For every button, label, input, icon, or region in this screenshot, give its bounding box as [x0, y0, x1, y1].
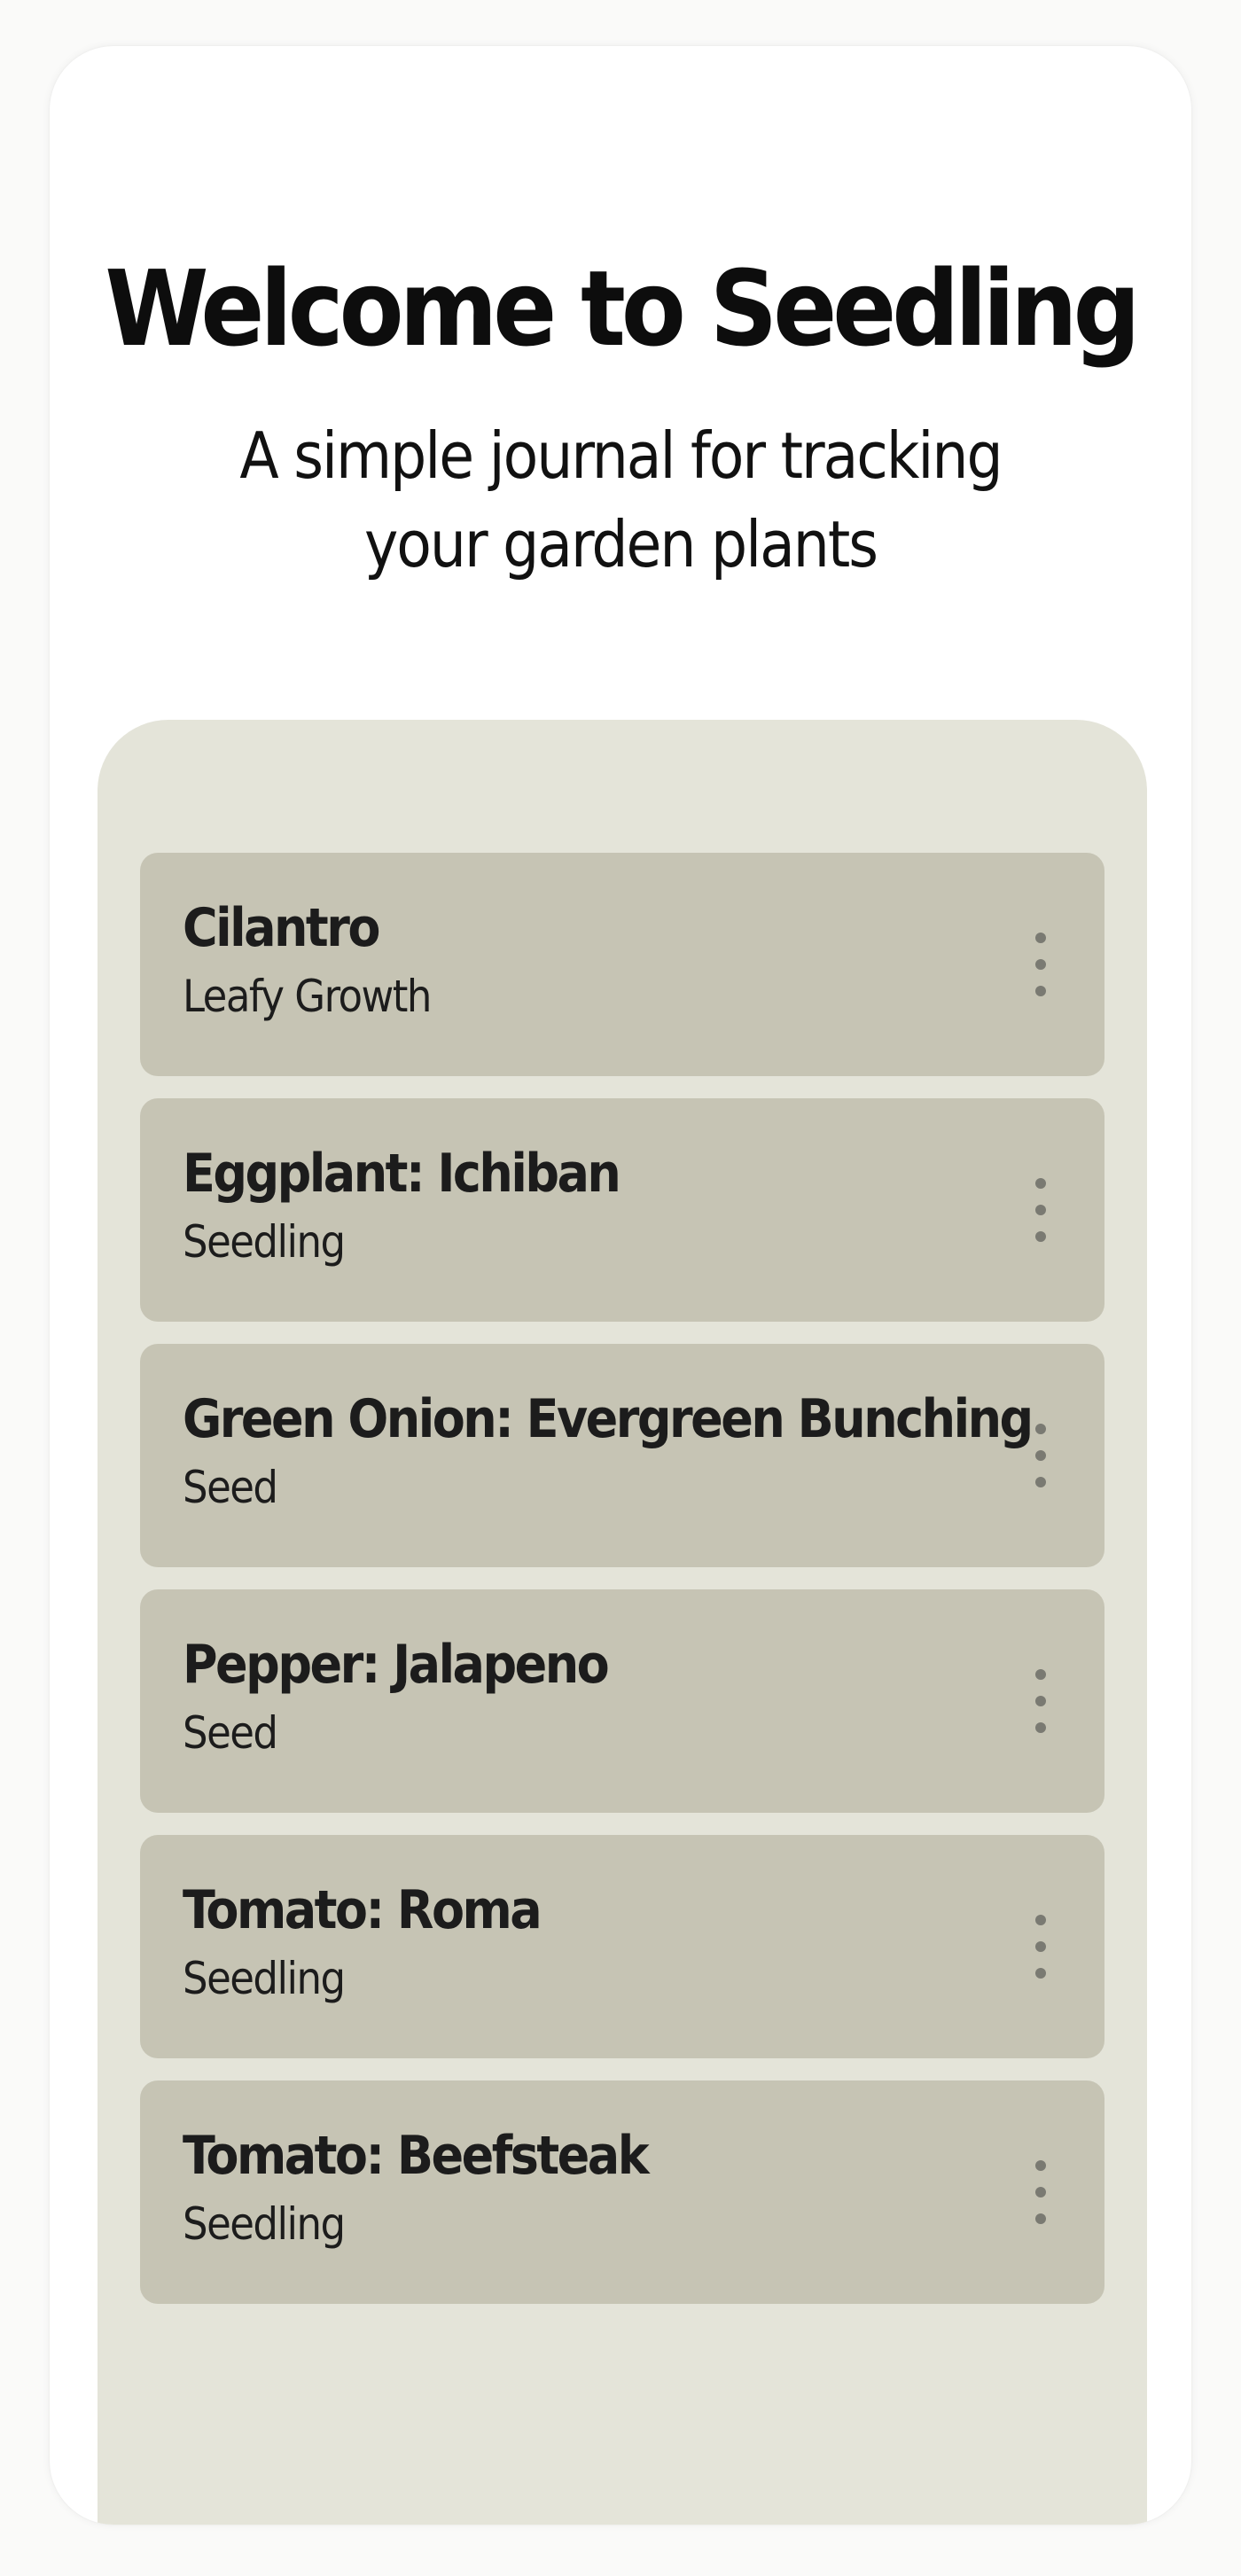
plant-list-panel[interactable]: Cilantro Leafy Growth Eggplant: Ichiban …	[98, 720, 1147, 2525]
plant-stage: Seedling	[183, 1216, 346, 1268]
plant-card[interactable]: Green Onion: Evergreen Bunching Seed	[140, 1344, 1104, 1567]
plant-stage: Seedling	[183, 2198, 346, 2250]
menu-dot	[1035, 1178, 1046, 1189]
menu-dot	[1035, 1669, 1046, 1680]
menu-dot	[1035, 1722, 1046, 1733]
plant-stage: Seed	[183, 1707, 278, 1759]
menu-dot	[1035, 1231, 1046, 1242]
more-vertical-icon[interactable]	[1023, 1669, 1058, 1733]
more-vertical-icon[interactable]	[1023, 1915, 1058, 1979]
plant-stage: Seedling	[183, 1953, 346, 2004]
plant-name: Eggplant: Ichiban	[183, 1143, 621, 1205]
app-screen: Welcome to Seedling A simple journal for…	[50, 46, 1191, 2525]
plant-stage: Seed	[183, 1462, 278, 1513]
menu-dot	[1035, 2187, 1046, 2197]
menu-dot	[1035, 1968, 1046, 1979]
more-vertical-icon[interactable]	[1023, 933, 1058, 996]
plant-name: Tomato: Roma	[183, 1879, 542, 1941]
page-subtitle: A simple journal for tracking your garde…	[239, 418, 1003, 582]
menu-dot	[1035, 1477, 1046, 1487]
menu-dot	[1035, 986, 1046, 996]
menu-dot	[1035, 933, 1046, 943]
menu-dot	[1035, 1424, 1046, 1434]
plant-card[interactable]: Tomato: Beefsteak Seedling	[140, 2080, 1104, 2304]
menu-dot	[1035, 1941, 1046, 1952]
plant-card[interactable]: Eggplant: Ichiban Seedling	[140, 1098, 1104, 1322]
more-vertical-icon[interactable]	[1023, 2160, 1058, 2224]
plant-card[interactable]: Tomato: Roma Seedling	[140, 1835, 1104, 2058]
plant-name: Cilantro	[183, 897, 380, 959]
menu-dot	[1035, 1696, 1046, 1706]
menu-dot	[1035, 1205, 1046, 1215]
menu-dot	[1035, 2213, 1046, 2224]
more-vertical-icon[interactable]	[1023, 1424, 1058, 1487]
more-vertical-icon[interactable]	[1023, 1178, 1058, 1242]
menu-dot	[1035, 2160, 1046, 2171]
plant-stage: Leafy Growth	[183, 971, 432, 1022]
plant-name: Pepper: Jalapeno	[183, 1634, 610, 1696]
plant-card[interactable]: Cilantro Leafy Growth	[140, 853, 1104, 1076]
plant-name: Green Onion: Evergreen Bunching	[183, 1388, 1034, 1450]
plant-card[interactable]: Pepper: Jalapeno Seed	[140, 1589, 1104, 1813]
plant-list: Cilantro Leafy Growth Eggplant: Ichiban …	[140, 853, 1104, 2326]
page-title: Welcome to Seedling	[105, 247, 1140, 370]
menu-dot	[1035, 959, 1046, 970]
menu-dot	[1035, 1450, 1046, 1461]
menu-dot	[1035, 1915, 1046, 1925]
plant-name: Tomato: Beefsteak	[183, 2125, 650, 2187]
